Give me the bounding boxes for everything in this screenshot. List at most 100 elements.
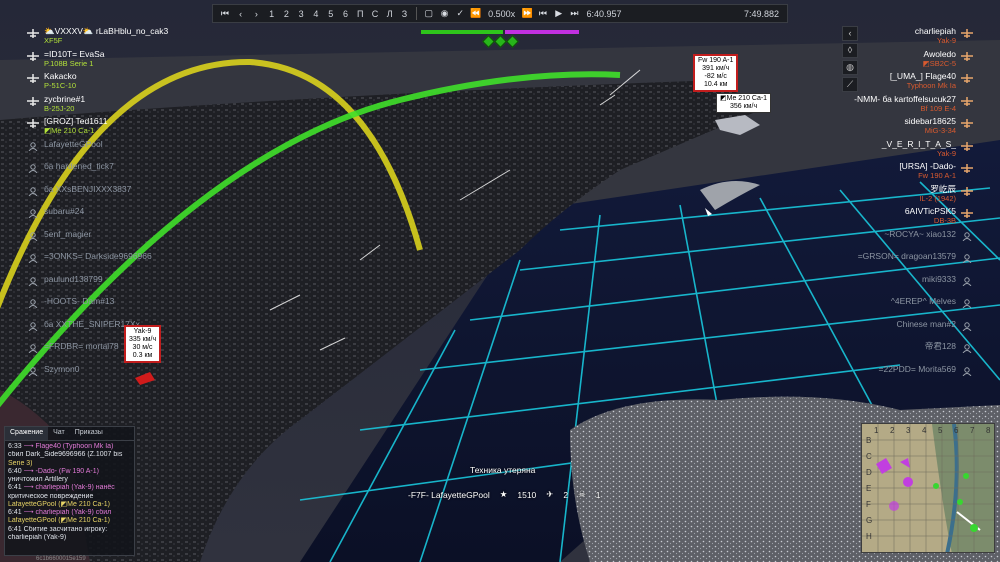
globe-icon[interactable]: ◍ [842, 60, 858, 75]
speedup-button[interactable]: ⏩ [519, 8, 535, 19]
player-row[interactable]: 帝君128 [854, 341, 972, 364]
log-text: ⟶ -Dado- (Fw 190 A-1) [23, 467, 99, 475]
camera-1-button[interactable]: 1 [264, 9, 279, 19]
player-row[interactable]: 5enf_magier [28, 229, 168, 252]
ally-score [421, 30, 504, 34]
minimap-col-label: 2 [890, 426, 895, 435]
camera-s-button[interactable]: С [368, 9, 383, 19]
log-line: 6:41 ⟶ charliepiah (Yak-9) нанёс [8, 484, 131, 492]
slow-icon[interactable]: ✓ [452, 8, 468, 19]
team-right-list: charliepiah Yak-9 Awoledo ◩SB2C-5 [_UMA_] Fl… [854, 26, 973, 387]
tab-battle[interactable]: Сражение [5, 427, 49, 440]
log-text: критическое повреждение [8, 492, 94, 500]
marker-icon[interactable]: ◉ [437, 8, 453, 19]
player-row[interactable]: zycbrine#1 B-25J-20 [27, 94, 168, 117]
player-row[interactable]: sidebar18625 MiG-3-34 [854, 116, 973, 139]
aircraft-icon [27, 74, 39, 83]
marker-line: 356 км/ч [730, 103, 758, 111]
player-silhouette-icon [961, 299, 973, 309]
step-back-button[interactable]: ⏮ [535, 8, 551, 19]
player-row[interactable]: =22PDD= Morita569 [854, 364, 972, 387]
player-row[interactable]: =ID10T= EvaSa P.108B Serie 1 [27, 49, 168, 72]
brush-icon[interactable]: ⟋ [842, 77, 858, 92]
player-name: LafayetteGPool [44, 138, 103, 149]
marker-me210[interactable]: ◩Me 210 Ca-1 356 км/ч [716, 93, 772, 114]
camera-z-button[interactable]: З [397, 9, 412, 19]
player-row[interactable]: =GRSON= dragoan13579 [854, 251, 972, 274]
player-silhouette-icon [961, 321, 973, 331]
player-row[interactable]: ба XXsBENJIXXX3837 [28, 184, 168, 207]
player-name: 6AIVTicPSK5 [904, 206, 956, 216]
player-row[interactable]: -HOOTS- Dam#13 [28, 296, 168, 319]
player-name: charliepiah [914, 26, 956, 36]
player-row[interactable]: paulund138799 [28, 273, 168, 297]
player-row[interactable]: Chinese man#2 [854, 319, 972, 342]
shield-icon[interactable]: ◊ [842, 43, 858, 58]
player-row[interactable]: -NMM- ба kartoffelsucuk27 Bf 109 E-4 [854, 93, 973, 117]
capture-point-icon [482, 35, 495, 48]
player-aircraft: Fw 190 A-1 [918, 171, 956, 181]
player-name: -NMM- ба kartoffelsucuk27 [854, 93, 956, 104]
slowdown-button[interactable]: ⏪ [468, 8, 484, 19]
camera-2-button[interactable]: 2 [279, 9, 294, 19]
player-row[interactable]: [URSA] -Dado- Fw 190 A-1 [854, 161, 973, 184]
player-row[interactable]: charliepiah Yak-9 [854, 26, 973, 49]
kills-icon: ✈ [546, 489, 554, 499]
player-row[interactable]: _V_E_R_I_T_A_S_ Yak-9 [854, 139, 973, 162]
log-time: 6:41 [8, 484, 24, 492]
marker-line: 391 км/ч [702, 65, 730, 73]
log-text: Сбитие засчитано игроку: [23, 525, 108, 533]
hud-toggle-icon[interactable]: ▢ [421, 8, 437, 19]
marker-yak9[interactable]: Yak-9 335 км/ч 30 м/с 0.3 км [124, 325, 162, 364]
camera-4-button[interactable]: 4 [309, 9, 324, 19]
rewind-start-button[interactable]: ⏮ [217, 8, 233, 19]
log-line: 6:41 ⟶ charliepiah (Yak-9) сбил [8, 509, 131, 517]
camera-p-button[interactable]: П [353, 9, 368, 19]
play-button[interactable]: ▶ [551, 8, 567, 19]
minimap-col-label: 3 [906, 426, 911, 435]
step-forward-button[interactable]: ⏭ [567, 8, 583, 19]
log-line: критическое повреждение [8, 493, 131, 501]
minimap-col-label: 6 [954, 426, 959, 435]
player-row[interactable]: Awoledo ◩SB2C-5 [854, 49, 973, 72]
marker-fw190[interactable]: Fw 190 A-1 391 км/ч -82 м/с 10.4 км [693, 54, 739, 93]
aircraft-icon [961, 51, 973, 61]
player-row[interactable]: ~ROCYA~ xiao132 [854, 229, 972, 252]
replay-progress-bar[interactable] [630, 10, 736, 18]
log-time: 6:41 [8, 525, 24, 533]
camera-6-button[interactable]: 6 [338, 9, 353, 19]
player-row[interactable]: miki9333 [854, 274, 972, 297]
player-silhouette-icon [27, 366, 39, 376]
camera-5-button[interactable]: 5 [323, 9, 338, 19]
player-name: paulund138799 [44, 273, 103, 284]
player-row[interactable]: [_UMA_] Flage40 Typhoon Mk Ia [854, 71, 973, 94]
camera-l-button[interactable]: Л [382, 9, 397, 19]
log-line: сбил Dark_Side9696966 (Z.1007 bis [8, 451, 131, 459]
vehicle-lost-message: Техника утеряна [470, 465, 536, 475]
prev-camera-button[interactable]: ‹ [233, 9, 249, 19]
log-text: Serie 3) [8, 459, 33, 467]
player-row[interactable]: =3ONKS= Darkside9696966 [28, 251, 168, 274]
player-row[interactable]: LafayetteGPool [28, 138, 168, 162]
next-camera-button[interactable]: › [249, 9, 265, 19]
log-line: уничтожил Artillery [8, 476, 131, 484]
player-silhouette-icon [961, 254, 973, 264]
player-row[interactable]: [GROZ] Ted1611 ◩Me 210 Ca-1 [27, 116, 168, 139]
player-row[interactable]: 罗屹辰 IL-2 (1942) [854, 184, 973, 207]
minimap[interactable]: 1 2 3 4 5 6 7 8 BCDEFGH [861, 423, 995, 553]
player-row[interactable]: ⛅VXXXV⛅ rLaBHblu_no_cak3 XF5F [27, 26, 168, 49]
side-toolbar: ‹ ◊ ◍ ⟋ [842, 26, 858, 94]
player-row[interactable]: ^4EREP^ Melves [854, 296, 972, 319]
tab-orders[interactable]: Приказы [70, 427, 108, 440]
player-row[interactable]: Kakacko P-51C-10 [27, 71, 168, 94]
footer-id: 6c1b6600015e159 [36, 556, 86, 562]
tab-chat[interactable]: Чат [48, 427, 70, 440]
player-row[interactable]: Szymon0 [28, 364, 168, 387]
camera-3-button[interactable]: 3 [294, 9, 309, 19]
player-name: =GRSON= dragoan13579 [857, 251, 956, 261]
collapse-icon[interactable]: ‹ [842, 26, 858, 41]
log-text: LafayetteGPool (◩Me 210 Ca-1) [8, 500, 110, 508]
player-row[interactable]: ба hardened_tick7 [28, 161, 168, 184]
player-row[interactable]: subaru#24 [28, 206, 168, 229]
player-row[interactable]: 6AIVTicPSK5 DB-3B [854, 206, 973, 229]
